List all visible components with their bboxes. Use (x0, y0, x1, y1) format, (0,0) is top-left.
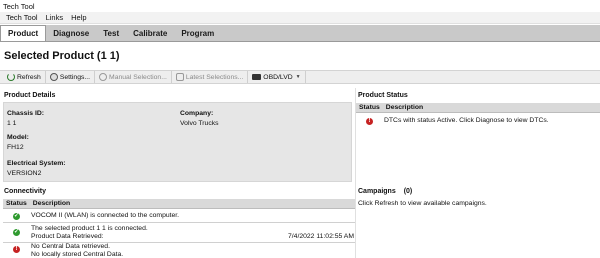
menu-links[interactable]: Links (42, 13, 68, 22)
product-status-row: DTCs with status Active. Click Diagnose … (384, 117, 549, 124)
refresh-label: Refresh (17, 73, 41, 81)
latest-selections-label: Latest Selections... (185, 73, 244, 81)
campaigns-message: Click Refresh to view available campaign… (358, 200, 487, 207)
electrical-system-value: VERSION2 (7, 170, 42, 177)
connectivity-row-3-line1: No Central Data retrieved. (31, 243, 110, 250)
connectivity-heading: Connectivity (4, 188, 47, 195)
refresh-icon (7, 73, 15, 81)
product-status-header: Status Description (356, 103, 600, 113)
product-details-panel: Chassis ID: 1 1 Company: Volvo Trucks Mo… (3, 102, 352, 182)
settings-label: Settings... (59, 73, 91, 81)
toolbar: Refresh Settings... Manual Selection... … (0, 70, 600, 84)
tab-program[interactable]: Program (174, 25, 221, 41)
tab-diagnose[interactable]: Diagnose (46, 25, 96, 41)
company-label: Company: (180, 110, 214, 117)
check-icon: ✓ (13, 213, 20, 220)
menu-bar: Tech Tool Links Help (0, 12, 600, 24)
page-title: Selected Product (1 1) (4, 50, 120, 62)
description-column-header: Description (385, 104, 424, 111)
chassis-id-label: Chassis ID: (7, 110, 45, 117)
obd-lvd-dropdown[interactable]: OBD/LVD ▼ (248, 71, 306, 83)
company-value: Volvo Trucks (180, 120, 219, 127)
latest-selections-button[interactable]: Latest Selections... (172, 71, 249, 83)
manual-selection-label: Manual Selection... (109, 73, 167, 81)
obd-lvd-label: OBD/LVD (263, 73, 293, 81)
manual-selection-button[interactable]: Manual Selection... (95, 71, 172, 83)
electrical-system-label: Electrical System: (7, 160, 66, 167)
error-icon: ! (13, 246, 20, 253)
connector-icon (252, 74, 262, 80)
check-icon: ✓ (13, 229, 20, 236)
status-column-header: Status (6, 200, 27, 207)
model-value: FH12 (7, 144, 24, 151)
product-details-heading: Product Details (4, 92, 56, 99)
tab-product[interactable]: Product (0, 25, 47, 41)
error-icon: ! (366, 118, 373, 125)
menu-tech-tool[interactable]: Tech Tool (2, 13, 42, 22)
connectivity-row-2-line1: The selected product 1 1 is connected. (31, 225, 148, 232)
connectivity-row-1: VOCOM II (WLAN) is connected to the comp… (31, 212, 180, 219)
column-divider (355, 88, 356, 258)
connectivity-row-2-line2: Product Data Retrieved: (31, 233, 104, 240)
settings-button[interactable]: Settings... (46, 71, 96, 83)
gear-icon (49, 73, 58, 81)
campaigns-heading: Campaigns (0) (358, 188, 412, 195)
row-separator (3, 222, 355, 223)
search-icon (99, 73, 108, 81)
product-data-timestamp: 7/4/2022 11:02:55 AM (288, 233, 355, 240)
window-title: Tech Tool (0, 0, 600, 12)
product-status-heading: Product Status (358, 92, 408, 99)
tab-test[interactable]: Test (96, 25, 126, 41)
status-column-header: Status (359, 104, 380, 111)
refresh-button[interactable]: Refresh (3, 71, 46, 83)
chassis-id-value: 1 1 (7, 120, 17, 127)
connectivity-row-3-line2: No locally stored Central Data. (31, 251, 124, 258)
chevron-down-icon: ▼ (295, 74, 301, 80)
menu-help[interactable]: Help (67, 13, 90, 22)
model-label: Model: (7, 134, 29, 141)
description-column-header: Description (32, 200, 71, 207)
campaigns-title: Campaigns (358, 188, 396, 195)
history-icon (175, 73, 184, 81)
main-tabs: Product Diagnose Test Calibrate Program (0, 25, 600, 42)
connectivity-header: Status Description (3, 199, 355, 209)
tab-calibrate[interactable]: Calibrate (126, 25, 174, 41)
campaigns-count: (0) (403, 188, 413, 195)
